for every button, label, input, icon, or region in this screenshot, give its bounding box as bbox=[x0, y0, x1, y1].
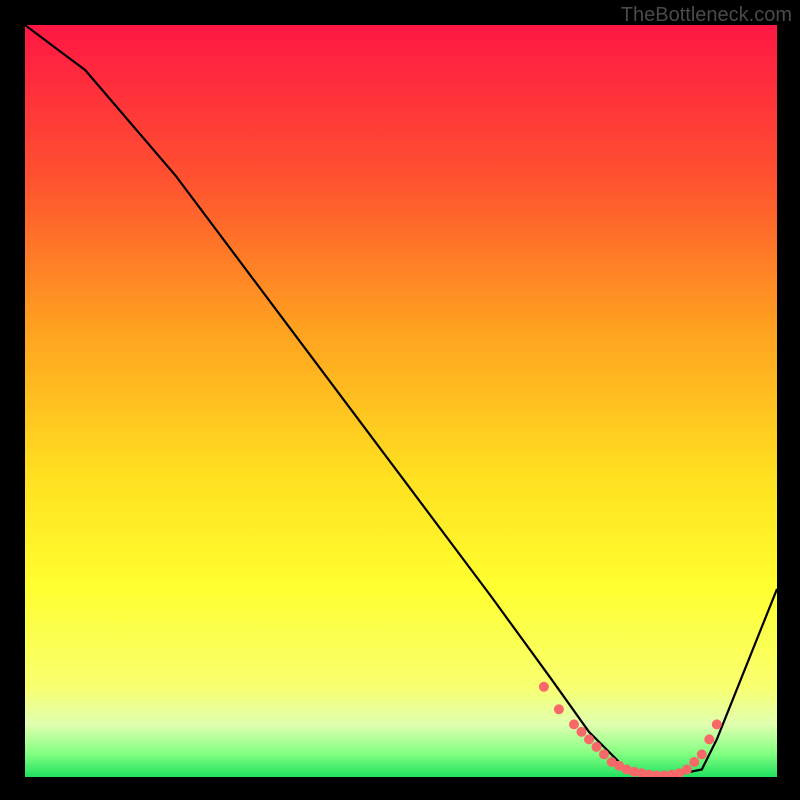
data-point bbox=[592, 742, 602, 752]
data-point bbox=[584, 734, 594, 744]
data-point bbox=[704, 734, 714, 744]
gradient-background bbox=[25, 25, 777, 777]
data-point bbox=[712, 719, 722, 729]
data-point bbox=[569, 719, 579, 729]
data-point bbox=[554, 704, 564, 714]
data-point bbox=[539, 682, 549, 692]
watermark-text: TheBottleneck.com bbox=[621, 4, 792, 27]
data-point bbox=[689, 757, 699, 767]
data-point bbox=[599, 749, 609, 759]
data-point bbox=[682, 765, 692, 775]
chart-area bbox=[25, 25, 777, 777]
data-point bbox=[697, 749, 707, 759]
data-point bbox=[577, 727, 587, 737]
chart-svg bbox=[25, 25, 777, 777]
